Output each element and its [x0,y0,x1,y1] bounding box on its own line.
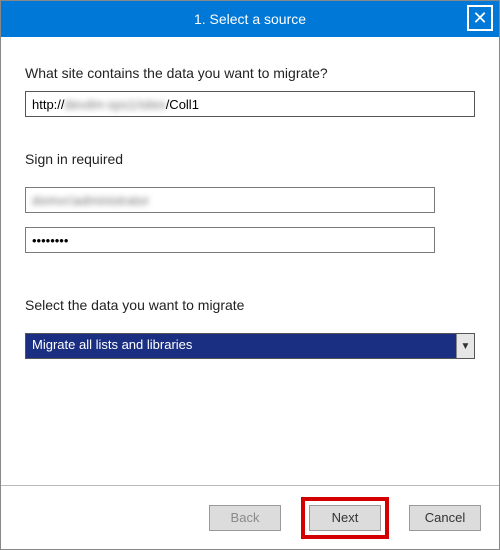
url-suffix: /Coll1 [166,97,199,112]
next-button[interactable]: Next [309,505,381,531]
password-input[interactable] [25,227,435,253]
username-value: domvc\administrator [32,193,149,208]
next-button-highlight: Next [301,497,389,539]
wizard-window: 1. Select a source ✕ What site contains … [0,0,500,550]
chevron-down-icon[interactable]: ▼ [456,334,474,358]
close-glyph: ✕ [472,9,487,27]
url-prefix: http:// [32,97,65,112]
migrate-scope-select[interactable]: Migrate all lists and libraries ▼ [25,333,475,359]
signin-label: Sign in required [25,151,475,167]
wizard-footer: Back Next Cancel [1,485,499,549]
close-icon[interactable]: ✕ [467,5,493,31]
back-button[interactable]: Back [209,505,281,531]
titlebar: 1. Select a source ✕ [1,1,499,37]
username-input[interactable]: domvc\administrator [25,187,435,213]
cancel-button[interactable]: Cancel [409,505,481,531]
wizard-body: What site contains the data you want to … [1,37,499,485]
site-url-input[interactable]: http:// devdm-sps1/sites /Coll1 [25,91,475,117]
site-url-label: What site contains the data you want to … [25,65,475,81]
select-data-label: Select the data you want to migrate [25,297,475,313]
window-title: 1. Select a source [1,11,499,27]
url-hidden-part: devdm-sps1/sites [65,97,166,112]
select-value: Migrate all lists and libraries [26,334,456,358]
